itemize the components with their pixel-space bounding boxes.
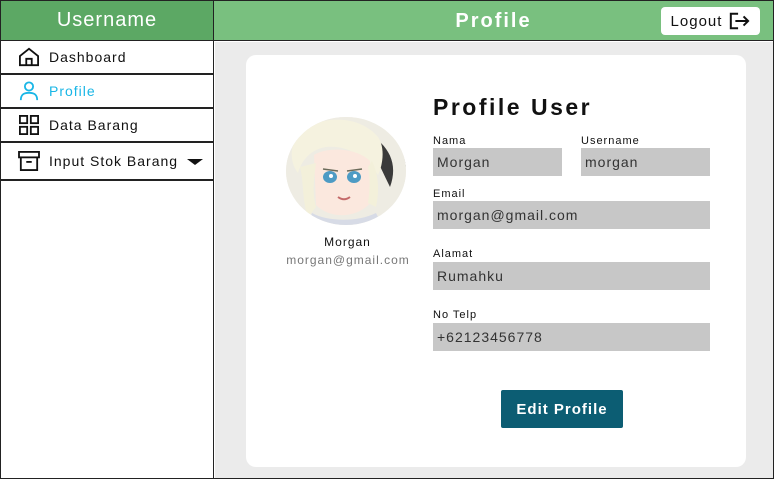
profile-name: Morgan [324,235,371,249]
telp-label: No Telp [433,309,478,321]
edit-profile-button[interactable]: Edit Profile [501,390,623,428]
username-field[interactable]: morgan [581,148,710,176]
logout-icon [730,12,750,30]
profile-email: morgan@gmail.com [286,253,410,267]
main-content: Morgan morgan@gmail.com Profile User Nam… [215,42,773,478]
archive-icon [17,150,41,172]
logout-label: Logout [670,12,723,30]
username-label: Username [581,135,640,147]
sidebar-item-label: Dashboard [49,49,127,65]
user-icon [17,80,41,102]
telp-field[interactable]: +62123456778 [433,323,710,351]
sidebar-item-input-stok[interactable]: Input Stok Barang [1,143,213,181]
email-field[interactable]: morgan@gmail.com [433,201,710,229]
logout-button[interactable]: Logout [661,7,760,35]
nama-field[interactable]: Morgan [433,148,562,176]
grid-icon [17,114,41,136]
sidebar-username: Username [56,9,158,31]
chevron-down-icon[interactable] [187,159,203,165]
sidebar-item-label: Input Stok Barang [49,153,179,169]
email-label: Email [433,188,466,200]
sidebar-item-dashboard[interactable]: Dashboard [1,41,213,75]
top-bar: Profile Logout [214,1,773,41]
alamat-label: Alamat [433,248,474,260]
avatar-image [286,117,406,225]
profile-card: Morgan morgan@gmail.com Profile User Nam… [246,55,746,467]
sidebar-header: Username [1,1,214,41]
nama-label: Nama [433,135,467,147]
sidebar: Dashboard Profile Data Barang Input Stok… [1,41,214,478]
form-title: Profile User [433,94,593,120]
sidebar-item-data-barang[interactable]: Data Barang [1,109,213,143]
sidebar-item-label: Data Barang [49,117,139,133]
alamat-field[interactable]: Rumahku [433,262,710,290]
sidebar-item-label: Profile [49,83,96,99]
avatar [286,117,406,225]
sidebar-item-profile[interactable]: Profile [1,75,213,109]
home-icon [17,46,41,68]
